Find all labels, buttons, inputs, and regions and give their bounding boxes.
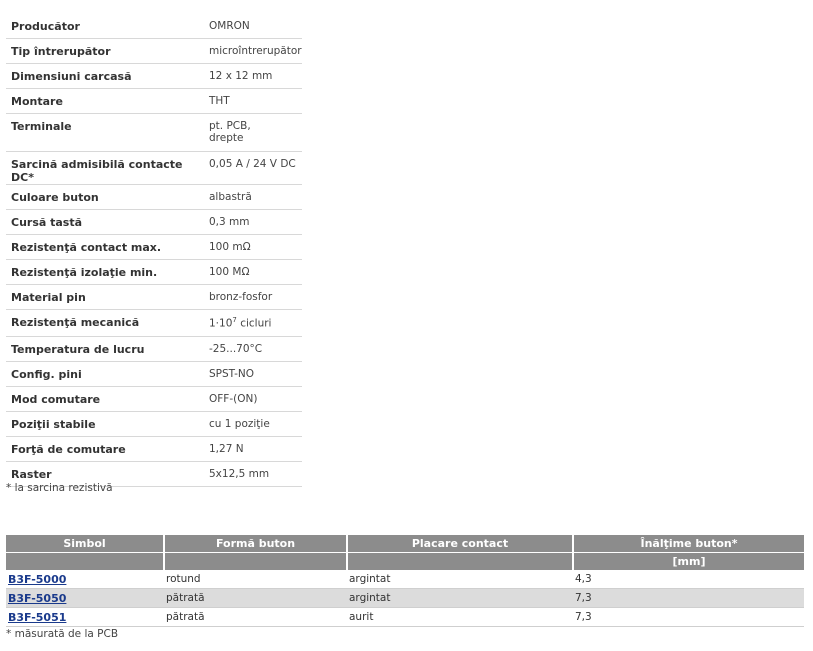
product-link[interactable]: B3F-5051 — [8, 611, 66, 624]
spec-key: Culoare buton — [6, 184, 201, 210]
spec-value-base: 1·10 — [209, 317, 233, 330]
spec-key: Mod comutare — [6, 386, 201, 412]
spec-value-tail: cicluri — [236, 317, 272, 330]
spec-row: Rezistenţă izolaţie min. 100 MΩ — [6, 259, 302, 285]
spec-value-line: pt. PCB, — [209, 120, 251, 132]
spec-row: Producător OMRON — [6, 14, 302, 39]
spec-value: SPST-NO — [204, 361, 302, 387]
spec-row: Tip întrerupător microîntrerupător — [6, 38, 302, 64]
cell-plating: argintat — [347, 588, 573, 608]
table-row: B3F-5050 pătrată argintat 7,3 — [6, 588, 804, 608]
spec-value: 1,27 N — [204, 436, 302, 462]
spec-key: Material pin — [6, 284, 201, 310]
spec-row: Terminale pt. PCB, drepte — [6, 113, 302, 152]
spec-value: -25...70°C — [204, 336, 302, 362]
spec-row: Montare THT — [6, 88, 302, 114]
spec-key: Forţă de comutare — [6, 436, 201, 462]
product-header-row: Simbol Formă buton Placare contact Înălţ… — [6, 535, 804, 553]
spec-row: Forţă de comutare 1,27 N — [6, 436, 302, 462]
spec-key: Config. pini — [6, 361, 201, 387]
spec-row: Temperatura de lucru -25...70°C — [6, 336, 302, 362]
spec-row: Dimensiuni carcasă 12 x 12 mm — [6, 63, 302, 89]
spec-row: Material pin bronz-fosfor — [6, 284, 302, 310]
spec-key: Rezistenţă izolaţie min. — [6, 259, 201, 285]
spec-key: Tip întrerupător — [6, 38, 201, 64]
spec-value: OMRON — [204, 14, 302, 39]
cell-plating: argintat — [347, 570, 573, 589]
spec-key: Sarcină admisibilă contacte DC* — [6, 151, 201, 185]
table-row: B3F-5000 rotund argintat 4,3 — [6, 570, 804, 589]
spec-key: Rezistenţă contact max. — [6, 234, 201, 260]
spec-value: 1·107 cicluri — [204, 309, 302, 337]
spec-value: 100 MΩ — [204, 259, 302, 285]
spec-value-line: drepte — [209, 132, 244, 144]
spec-key: Montare — [6, 88, 201, 114]
spec-value: THT — [204, 88, 302, 114]
product-link[interactable]: B3F-5000 — [8, 573, 66, 586]
header-button-shape: Formă buton — [164, 535, 348, 553]
spec-row: Culoare buton albastră — [6, 184, 302, 210]
cell-height: 7,3 — [573, 588, 804, 608]
spec-value: 100 mΩ — [204, 234, 302, 260]
spec-table: Producător OMRON Tip întrerupător microînt… — [6, 14, 302, 487]
spec-key: Cursă tastă — [6, 209, 201, 235]
cell-shape: pătrată — [164, 607, 347, 627]
spec-key: Rezistenţă mecanică — [6, 309, 201, 337]
footnote-measured-from-pcb: * măsurată de la PCB — [6, 628, 119, 640]
spec-row: Config. pini SPST-NO — [6, 361, 302, 387]
footnote-resistive-load: * la sarcina rezistivă — [6, 482, 113, 494]
spec-key: Terminale — [6, 113, 201, 152]
spec-value: OFF-(ON) — [204, 386, 302, 412]
header-symbol: Simbol — [6, 535, 165, 553]
spec-key: Poziţii stabile — [6, 411, 201, 437]
cell-shape: rotund — [164, 570, 347, 589]
spec-row: Sarcină admisibilă contacte DC* 0,05 A / … — [6, 151, 302, 185]
spec-row: Rezistenţă mecanică 1·107 cicluri — [6, 309, 302, 337]
spec-value: microîntrerupător — [204, 38, 302, 64]
spec-value: albastră — [204, 184, 302, 210]
product-subheader-row: [mm] — [6, 552, 804, 570]
table-row: B3F-5051 pătrată aurit 7,3 — [6, 607, 804, 627]
product-table: Simbol Formă buton Placare contact Înălţ… — [6, 535, 804, 627]
cell-height: 4,3 — [573, 570, 804, 589]
spec-row: Poziţii stabile cu 1 poziţie — [6, 411, 302, 437]
spec-value: bronz-fosfor — [204, 284, 302, 310]
header-unit: [mm] — [573, 552, 804, 570]
spec-value: 0,05 A / 24 V DC — [204, 151, 302, 185]
spec-row: Mod comutare OFF-(ON) — [6, 386, 302, 412]
spec-row: Cursă tastă 0,3 mm — [6, 209, 302, 235]
product-link[interactable]: B3F-5050 — [8, 592, 66, 605]
spec-row: Rezistenţă contact max. 100 mΩ — [6, 234, 302, 260]
spec-value: 0,3 mm — [204, 209, 302, 235]
spec-value: 5x12,5 mm — [204, 461, 302, 487]
spec-value: pt. PCB, drepte — [204, 113, 302, 152]
spec-key: Dimensiuni carcasă — [6, 63, 201, 89]
header-button-height: Înălţime buton* — [573, 535, 804, 553]
cell-shape: pătrată — [164, 588, 347, 608]
spec-key: Temperatura de lucru — [6, 336, 201, 362]
cell-plating: aurit — [347, 607, 573, 627]
spec-key: Producător — [6, 14, 201, 39]
header-contact-plating: Placare contact — [347, 535, 574, 553]
spec-value: cu 1 poziţie — [204, 411, 302, 437]
spec-value: 12 x 12 mm — [204, 63, 302, 89]
cell-height: 7,3 — [573, 607, 804, 627]
